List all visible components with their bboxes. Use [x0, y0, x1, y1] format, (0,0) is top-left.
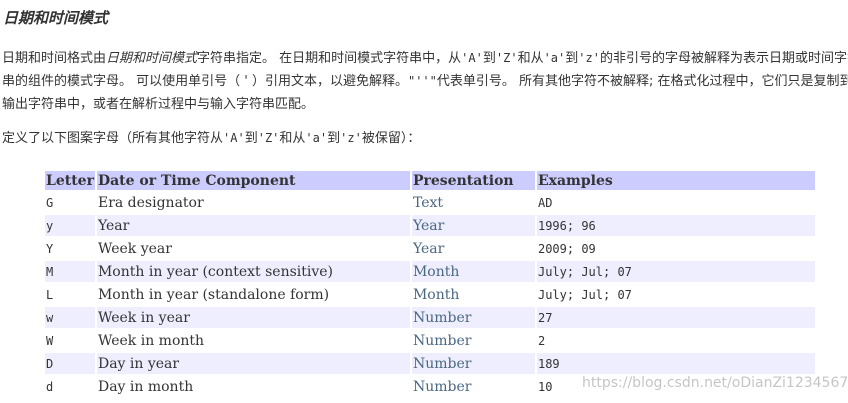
header-component: Date or Time Component [96, 171, 410, 190]
code-literal: "''" [407, 74, 437, 88]
code-literal: 'a' [543, 51, 566, 65]
cell-component: Month in year (standalone form) [97, 286, 330, 303]
cell-examples: July; Jul; 07 [537, 287, 632, 302]
cell-letter: y [45, 215, 95, 236]
cell-component: Week year [97, 240, 172, 257]
intro-paragraph: 日期和时间格式由日期和时间模式字符串指定。 在日期和时间模式字符串中，从'A'到… [2, 47, 848, 116]
intro-text: 代表单引号。 所有其他字符不被解释; 在格式化过程中，它们只是复制到 [436, 74, 848, 89]
cell-examples: July; Jul; 07 [536, 261, 815, 282]
presentation-link[interactable]: Text [412, 192, 535, 213]
header-presentation: Presentation [411, 171, 535, 190]
presentation-link[interactable]: Number [411, 353, 535, 374]
pattern-intro: 定义了以下图案字母（所有其他字符从'A'到'Z'和从'a'到'z'被保留）： [2, 129, 420, 148]
section-heading: 日期和时间模式 [3, 9, 109, 27]
cell-letter: M [45, 261, 95, 282]
watermark: https://blog.csdn.net/oDianZi1234567 [582, 375, 848, 391]
intro-text: 到 [565, 51, 579, 66]
cell-examples: 189 [536, 353, 815, 374]
code-literal: 'Z' [495, 51, 518, 65]
cell-examples: 2 [537, 333, 546, 348]
table-row: w Week in year Number 27 [45, 307, 815, 328]
intro-text: 的非引号的字母被解释为表示日期或时间字符 [599, 51, 848, 66]
intro-text: 日期和时间格式由 [2, 51, 107, 66]
presentation-link[interactable]: Year [412, 238, 535, 259]
cell-component: Era designator [97, 194, 204, 211]
code-literal: 'A' [223, 131, 245, 145]
intro-text: 字符串指定。 在日期和时间模式字符串中，从 [197, 51, 462, 66]
code-literal: 'z' [578, 51, 600, 65]
presentation-link[interactable]: Number [412, 376, 535, 397]
cell-examples: 27 [536, 307, 815, 328]
table-row: y Year Year 1996; 96 [45, 215, 815, 236]
intro-emphasis: 日期和时间模式 [106, 51, 198, 66]
cell-component: Month in year (context sensitive) [96, 261, 410, 282]
cell-letter: d [46, 379, 54, 394]
cell-letter: w [45, 307, 95, 328]
pattern-intro-text: 到 [244, 131, 258, 146]
pattern-letters-table: Letter Date or Time Component Presentati… [43, 169, 817, 399]
cell-letter: Y [46, 241, 54, 256]
cell-component: Year [96, 215, 410, 236]
intro-text: 和从 [517, 51, 544, 66]
pattern-intro-text: 和从 [279, 131, 306, 146]
cell-letter: L [46, 287, 54, 302]
table-row: D Day in year Number 189 [45, 353, 815, 374]
table-row: W Week in month Number 2 [45, 330, 815, 351]
intro-line-3: 输出字符串中，或者在解析过程中与输入字符串匹配。 [2, 97, 315, 112]
intro-text: 串的组件的模式字母。 可以使用单引号（ ' ）引用文本，以避免解释。 [2, 74, 408, 89]
header-examples: Examples [536, 171, 815, 190]
cell-examples: 2009; 09 [537, 241, 596, 256]
pattern-intro-text: 被保留）： [361, 131, 421, 146]
pattern-intro-text: 到 [327, 131, 341, 146]
presentation-link[interactable]: Number [411, 307, 535, 328]
cell-component: Day in month [97, 378, 194, 395]
cell-letter: G [46, 195, 54, 210]
cell-letter: D [45, 353, 95, 374]
cell-letter: W [46, 333, 54, 348]
cell-component: Day in year [96, 353, 410, 374]
cell-examples: AD [537, 195, 553, 210]
presentation-link[interactable]: Number [412, 330, 535, 351]
table-row: G Era designator Text AD [45, 192, 815, 213]
code-literal: 'a' [305, 131, 328, 145]
intro-text: 到 [482, 51, 496, 66]
cell-examples: 1996; 96 [536, 215, 815, 236]
presentation-link[interactable]: Month [411, 261, 535, 282]
header-letter: Letter [45, 171, 95, 190]
pattern-intro-text: 定义了以下图案字母（所有其他字符从 [2, 131, 224, 146]
cell-component: Week in year [96, 307, 410, 328]
code-literal: 'z' [340, 131, 362, 145]
table-row: Y Week year Year 2009; 09 [45, 238, 815, 259]
intro-line-2: 串的组件的模式字母。 可以使用单引号（ ' ）引用文本，以避免解释。"''"代表… [2, 70, 848, 93]
presentation-link[interactable]: Month [412, 284, 535, 305]
code-literal: 'A' [461, 51, 483, 65]
code-literal: 'Z' [257, 131, 280, 145]
table-row: M Month in year (context sensitive) Mont… [45, 261, 815, 282]
table-row: L Month in year (standalone form) Month … [45, 284, 815, 305]
intro-line-1: 日期和时间格式由日期和时间模式字符串指定。 在日期和时间模式字符串中，从'A'到… [2, 47, 848, 70]
cell-component: Week in month [97, 332, 205, 349]
presentation-link[interactable]: Year [411, 215, 535, 236]
table-header-row: Letter Date or Time Component Presentati… [45, 171, 815, 190]
